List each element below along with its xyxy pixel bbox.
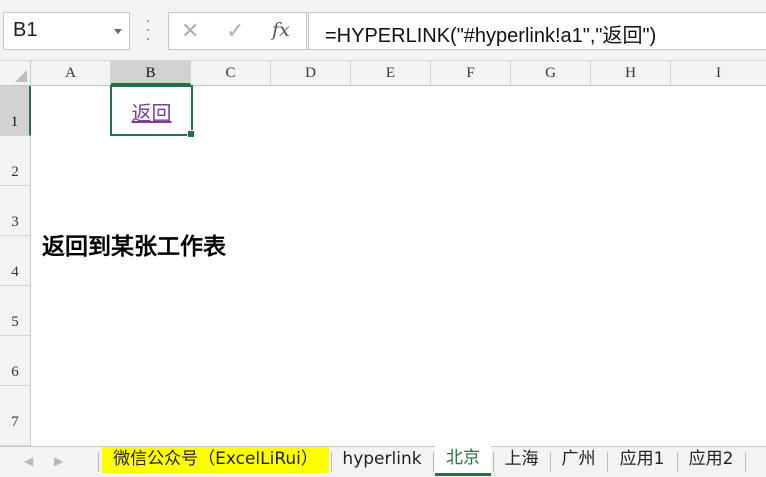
column-header-d[interactable]: D: [271, 61, 351, 85]
sheet-tab-app2[interactable]: 应用2: [679, 447, 743, 473]
tab-divider: [433, 452, 434, 472]
row-header-6[interactable]: 6: [0, 336, 31, 386]
column-header-i[interactable]: I: [671, 61, 766, 85]
formula-text: =HYPERLINK("#hyperlink!a1","返回"): [325, 25, 657, 47]
row-header-label: 3: [11, 214, 19, 230]
sheet-tab-hyperlink[interactable]: hyperlink: [333, 447, 431, 473]
column-header-b[interactable]: B: [111, 61, 191, 85]
row-header-label: 2: [11, 164, 19, 180]
tab-divider: [677, 452, 678, 472]
sheet-tab-shanghai[interactable]: 上海: [495, 447, 548, 473]
row-header-4[interactable]: 4: [0, 236, 31, 286]
formula-actions: ✕ ✓ fx: [168, 12, 307, 50]
sheet-tab-guangzhou[interactable]: 广州: [552, 447, 605, 473]
row-header-5[interactable]: 5: [0, 286, 31, 336]
sheet-tab-app1[interactable]: 应用1: [609, 447, 675, 473]
formula-input[interactable]: =HYPERLINK("#hyperlink!a1","返回"): [308, 12, 766, 50]
tab-divider: [98, 452, 99, 472]
tab-scroll-right-icon[interactable]: ▶: [54, 454, 63, 468]
row-header-label: 1: [10, 114, 19, 130]
tab-scroll-left-icon[interactable]: ◀: [24, 454, 33, 468]
column-header-row: A B C D E F G H I: [0, 61, 766, 86]
column-header-f[interactable]: F: [431, 61, 511, 85]
name-box[interactable]: B1: [3, 12, 130, 50]
name-box-value: B1: [13, 19, 38, 41]
chevron-down-icon[interactable]: [114, 29, 122, 34]
column-header-c[interactable]: C: [191, 61, 271, 85]
drag-handle-icon[interactable]: [146, 20, 150, 40]
tab-divider: [331, 452, 332, 472]
tab-divider: [607, 452, 608, 472]
row-header-3[interactable]: 3: [0, 186, 31, 236]
column-header-h[interactable]: H: [591, 61, 671, 85]
column-header-i-label: I: [716, 65, 721, 81]
row-header-label: 5: [11, 314, 19, 330]
worksheet-grid[interactable]: 返回 返回到某张工作表: [31, 85, 766, 446]
column-header-a[interactable]: A: [31, 61, 111, 85]
tab-divider: [493, 452, 494, 472]
sheet-tab-beijing[interactable]: 北京: [435, 446, 491, 476]
tab-divider: [550, 452, 551, 472]
formula-bar: B1 ✕ ✓ fx =HYPERLINK("#hyperlink!a1","返回…: [0, 0, 766, 61]
sheet-tab-wechat[interactable]: 微信公众号（ExcelLiRui）: [102, 447, 329, 473]
tab-divider: [745, 452, 746, 472]
cancel-icon[interactable]: ✕: [181, 19, 199, 44]
row-header-2[interactable]: 2: [0, 136, 31, 186]
hyperlink-back[interactable]: 返回: [112, 97, 191, 126]
row-header-label: 7: [11, 414, 19, 430]
cell-a3-note: 返回到某张工作表: [42, 234, 226, 260]
check-icon[interactable]: ✓: [226, 19, 244, 44]
row-header-7[interactable]: 7: [0, 386, 31, 446]
column-header-e[interactable]: E: [351, 61, 431, 85]
select-all-icon: [15, 70, 27, 82]
fill-handle[interactable]: [187, 130, 195, 138]
row-header-label: 4: [11, 264, 19, 280]
insert-function-icon[interactable]: fx: [272, 19, 290, 41]
select-all-button[interactable]: [0, 61, 31, 85]
row-header-1[interactable]: 1: [0, 86, 31, 136]
cell-b1-selected[interactable]: 返回: [110, 85, 195, 138]
row-header-label: 6: [11, 364, 19, 380]
sheet-tab-bar: ◀ ▶ 微信公众号（ExcelLiRui） hyperlink 北京 上海 广州…: [0, 446, 766, 477]
column-header-g[interactable]: G: [511, 61, 591, 85]
